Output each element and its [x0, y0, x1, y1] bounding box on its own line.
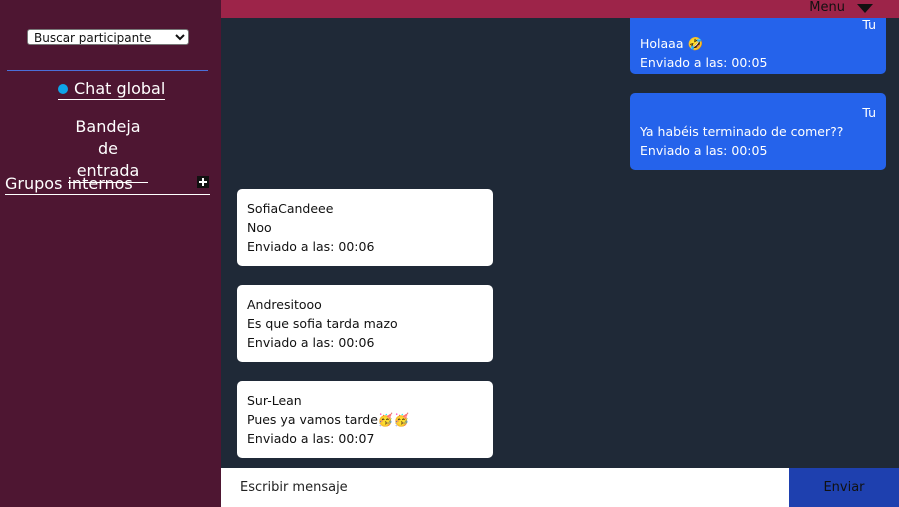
message-composer [221, 468, 789, 507]
message-text: Ya habéis terminado de comer?? [640, 124, 844, 139]
menu-caret-down-icon[interactable] [857, 4, 873, 13]
message-text: Es que sofia tarda mazo [247, 316, 398, 331]
message-text: Holaaa 🤣 [640, 36, 704, 51]
inbox-link[interactable]: Bandeja de entrada [68, 116, 148, 183]
chat-global-label: Chat global [74, 79, 166, 98]
internal-groups-label: Grupos internos [5, 174, 133, 193]
message-author: Andresitooo [247, 297, 322, 312]
message-bubble: Andresitooo Es que sofia tarda mazo Envi… [237, 285, 493, 362]
add-group-plus-icon[interactable] [197, 176, 209, 188]
sidebar-divider [7, 70, 208, 71]
internal-groups-section: Grupos internos [5, 174, 210, 195]
message-author: Sur-Lean [247, 393, 302, 408]
message-text: Noo [247, 220, 272, 235]
message-author: Tu [862, 105, 876, 120]
messages-area[interactable]: Tu Holaaa 🤣 Enviado a las: 00:05 Tu Ya h… [221, 18, 899, 468]
message-input[interactable] [221, 468, 789, 507]
message-time: Enviado a las: 00:06 [247, 335, 375, 350]
message-time: Enviado a las: 00:05 [640, 143, 768, 158]
message-author: Tu [862, 18, 876, 32]
radio-selected-icon [58, 83, 68, 94]
message-time: Enviado a las: 00:07 [247, 431, 375, 446]
message-time: Enviado a las: 00:05 [640, 55, 768, 70]
message-author: SofiaCandeee [247, 201, 334, 216]
menu-label[interactable]: Menu [809, 0, 845, 15]
message-bubble: SofiaCandeee Noo Enviado a las: 00:06 [237, 189, 493, 266]
message-bubble: Tu Holaaa 🤣 Enviado a las: 00:05 [630, 18, 886, 74]
sidebar: Buscar participante Chat global Bandeja … [0, 0, 221, 507]
message-bubble: Sur-Lean Pues ya vamos tarde🥳🥳 Enviado a… [237, 381, 493, 458]
participant-search-wrapper: Buscar participante [27, 27, 189, 46]
message-time: Enviado a las: 00:06 [247, 239, 375, 254]
send-button[interactable]: Enviar [789, 468, 899, 507]
message-bubble: Tu Ya habéis terminado de comer?? Enviad… [630, 93, 886, 170]
participant-search-select[interactable]: Buscar participante [27, 29, 189, 45]
message-text: Pues ya vamos tarde🥳🥳 [247, 412, 410, 427]
inbox-label-line1: Bandeja [75, 117, 141, 136]
chat-global-option[interactable]: Chat global [58, 79, 166, 100]
top-bar: Menu [221, 0, 899, 18]
